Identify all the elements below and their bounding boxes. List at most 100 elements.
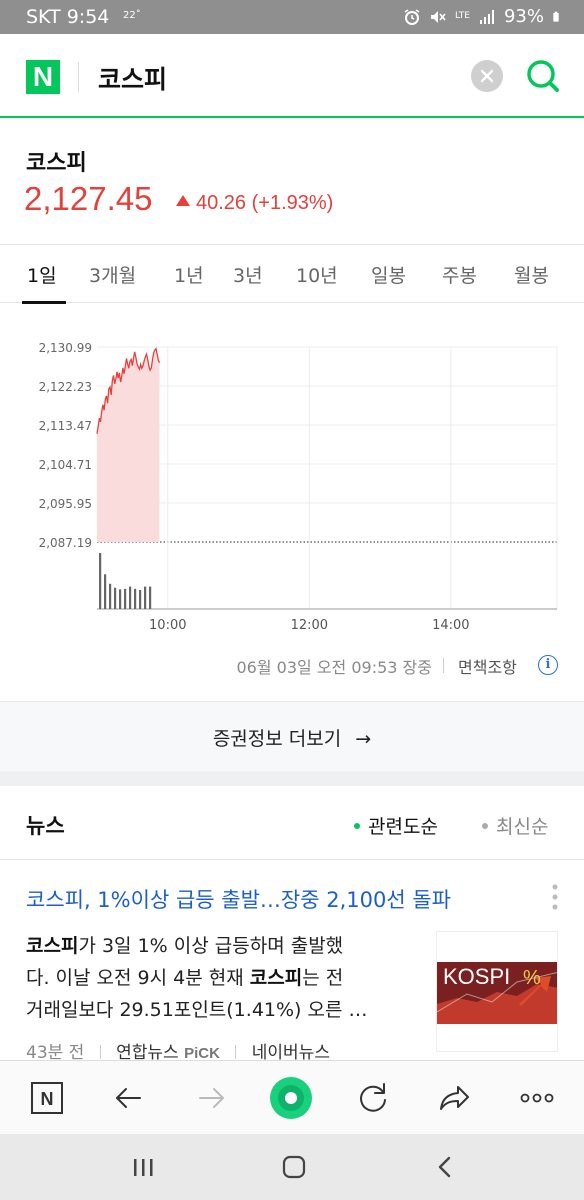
meta-divider: [99, 1045, 101, 1059]
naver-logo[interactable]: N: [26, 60, 60, 94]
kebab-menu-icon[interactable]: [552, 884, 558, 910]
more-label-text: 증권정보 더보기: [212, 728, 342, 750]
volume-bar: [114, 587, 117, 609]
system-back-button[interactable]: [430, 1152, 460, 1182]
y-tick-label: 2,095.95: [39, 497, 92, 511]
mute-icon: [431, 10, 446, 23]
header-divider: [78, 62, 79, 92]
y-tick-label: 2,113.47: [39, 419, 92, 433]
article-summary: 코스피가 3일 1% 이상 급등하며 출발했 다. 이날 오전 9시 4분 현재…: [26, 930, 418, 1026]
search-header: N 코스피: [0, 34, 584, 118]
close-icon: [480, 69, 494, 83]
home-icon: [282, 1155, 306, 1179]
news-article[interactable]: 코스피, 1%이상 급등 출발…장중 2,100선 돌파 코스피가 3일 1% …: [0, 860, 584, 1063]
volume-bar: [149, 586, 152, 609]
naver-home-icon: N: [31, 1082, 63, 1114]
summary-keyword: 코스피: [26, 935, 79, 957]
stock-change: 40.26 (+1.93%): [176, 192, 333, 215]
y-tick-label: 2,104.71: [39, 458, 92, 472]
section-gap: [0, 771, 584, 786]
more-securities-button[interactable]: 증권정보 더보기 →: [0, 701, 584, 771]
search-button[interactable]: [524, 57, 562, 95]
volume-bar: [109, 583, 112, 609]
thumb-kospi-text: KOSPI: [443, 964, 510, 989]
y-tick-label: 2,130.99: [39, 341, 92, 355]
volume-bar: [99, 553, 102, 609]
thumb-percent-text: %: [523, 967, 541, 989]
summary-line1: 가 3일 1% 이상 급등하며 출발했: [78, 935, 344, 957]
tab-3m[interactable]: 3개월: [89, 261, 136, 288]
status-bar: SKT 9:54 22˚ LTE 93%: [0, 0, 584, 34]
system-navigation-bar: [0, 1134, 584, 1200]
sort-relevance-label: 관련도순: [368, 816, 438, 838]
intraday-chart[interactable]: 2,130.99 2,122.23 2,113.47 2,104.71 2,095.95…: [0, 330, 584, 640]
news-header: 뉴스 관련도순 최신순: [0, 786, 584, 860]
inactive-dot-icon: [482, 823, 488, 829]
naver-home-letter: N: [41, 1089, 54, 1109]
temperature-label: 22˚: [123, 10, 141, 21]
tab-1y[interactable]: 1년: [174, 261, 204, 288]
forward-button[interactable]: [188, 1075, 234, 1121]
arrow-right-icon: →: [355, 728, 372, 750]
summary-keyword: 코스피: [249, 967, 303, 989]
summary-line2-rest: 는 전: [302, 967, 344, 989]
article-headline[interactable]: 코스피, 1%이상 급등 출발…장중 2,100선 돌파: [26, 884, 451, 914]
battery-icon: [553, 11, 559, 22]
clear-search-button[interactable]: [471, 60, 503, 92]
tab-10y[interactable]: 10년: [296, 261, 338, 288]
more-menu-button[interactable]: [514, 1075, 560, 1121]
volume-bar: [144, 586, 147, 609]
disclaimer-link[interactable]: 면책조항: [458, 654, 517, 678]
stock-name: 코스피: [26, 151, 87, 176]
green-dot-icon: [270, 1077, 312, 1119]
share-icon: [440, 1086, 469, 1110]
search-query[interactable]: 코스피: [98, 60, 167, 96]
summary-line2-start: 다. 이날 오전 9시 4분 현재: [26, 967, 250, 989]
active-tab-indicator: [22, 301, 66, 304]
volume-bar: [139, 589, 142, 609]
back-button[interactable]: [106, 1075, 152, 1121]
volume-bar: [104, 574, 107, 609]
price-area: [97, 348, 160, 542]
active-dot-icon: [354, 823, 360, 829]
news-title: 뉴스: [26, 814, 65, 838]
search-icon: [527, 60, 559, 92]
green-dot-button[interactable]: [268, 1075, 314, 1121]
tab-1d[interactable]: 1일: [27, 261, 57, 288]
sort-latest[interactable]: 최신순: [482, 812, 548, 839]
chart-timestamp: 06월 03일 오전 09:53 장중: [236, 658, 433, 677]
info-icon[interactable]: i: [538, 655, 558, 675]
share-button[interactable]: [432, 1075, 478, 1121]
summary-line3: 거래일보다 29.51포인트(1.41%) 오른 …: [26, 999, 368, 1021]
refresh-button[interactable]: [350, 1075, 396, 1121]
period-tabs: 1일 3개월 1년 3년 10년 일봉 주봉 월봉: [0, 245, 584, 304]
article-thumbnail[interactable]: KOSPI %: [436, 931, 558, 1052]
recent-apps-button[interactable]: [128, 1152, 158, 1182]
sort-relevance[interactable]: 관련도순: [354, 812, 438, 839]
forward-icon: [199, 1088, 224, 1108]
more-icon: [520, 1093, 554, 1103]
volume-bar: [124, 588, 127, 609]
chart-footer: 06월 03일 오전 09:53 장중 면책조항 i: [0, 654, 584, 678]
y-tick-label: 2,122.23: [39, 380, 92, 394]
naver-home-button[interactable]: N: [24, 1075, 70, 1121]
x-tick-label: 12:00: [291, 618, 328, 633]
volume-bar: [134, 588, 137, 609]
tab-3y[interactable]: 3년: [233, 261, 263, 288]
up-arrow-icon: [176, 195, 190, 206]
tab-daily-candle[interactable]: 일봉: [371, 261, 406, 288]
tab-monthly-candle[interactable]: 월봉: [514, 261, 549, 288]
more-securities-label: 증권정보 더보기 →: [0, 724, 584, 751]
lte-label: LTE: [455, 11, 470, 21]
tab-weekly-candle[interactable]: 주봉: [442, 261, 477, 288]
clock-label: 9:54: [66, 6, 110, 28]
status-icons: LTE 93%: [403, 6, 564, 27]
home-button[interactable]: [279, 1152, 309, 1182]
back-icon: [438, 1156, 451, 1178]
alarm-icon: [404, 8, 420, 25]
volume-bar: [119, 589, 122, 609]
stock-change-value: 40.26 (+1.93%): [196, 192, 334, 214]
y-tick-label: 2,087.19: [39, 536, 92, 550]
meta-divider: [235, 1045, 237, 1059]
x-tick-label: 10:00: [149, 618, 186, 633]
